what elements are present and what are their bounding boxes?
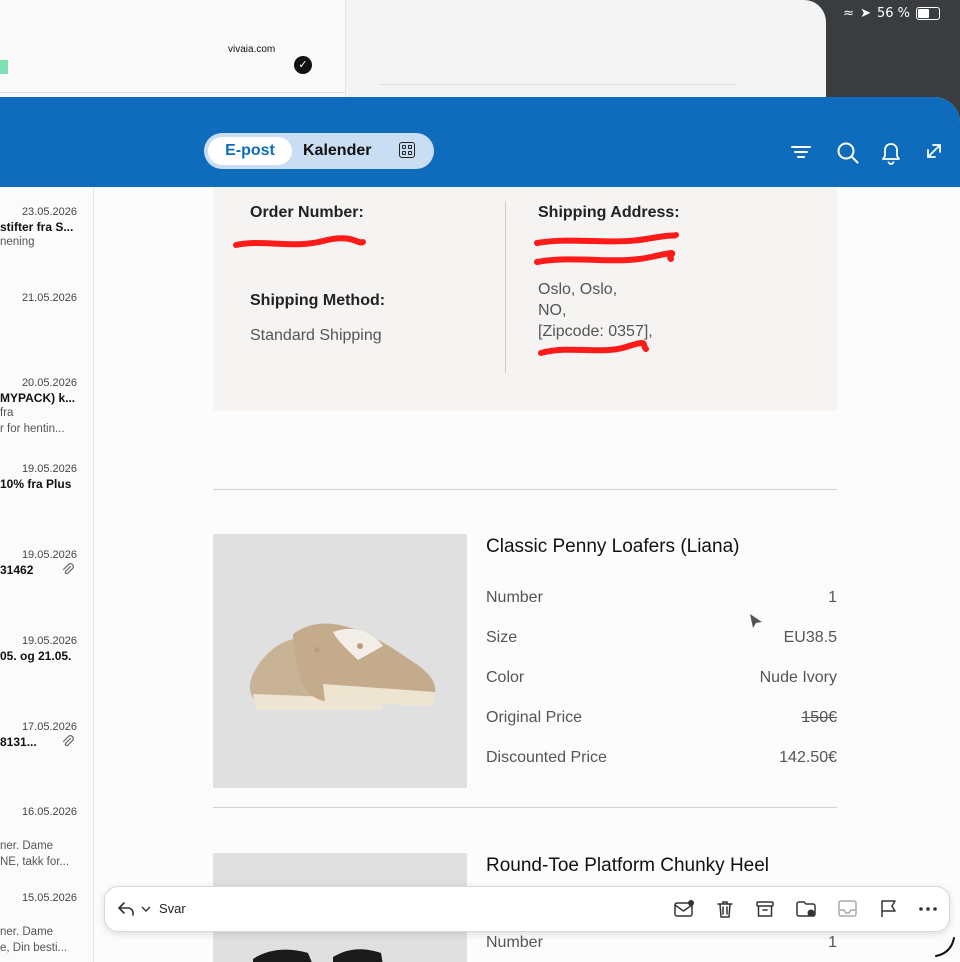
attachment-icon	[62, 563, 74, 575]
check-icon: ✓	[294, 56, 312, 74]
reply-toolbar: Svar	[104, 886, 950, 932]
bell-icon[interactable]	[880, 141, 902, 165]
attachment-icon	[62, 735, 74, 747]
background-window: vivaia.com ✓	[0, 0, 826, 100]
top-bar: E-post Kalender	[0, 97, 960, 187]
info-divider	[505, 201, 506, 373]
move-folder-icon[interactable]	[795, 899, 817, 919]
message-list: 23.05.2026 stifter fra S... nening 21.05…	[0, 187, 94, 962]
apps-grid-icon[interactable]	[399, 142, 415, 158]
battery-percent: 56 %	[876, 6, 910, 21]
shipping-method-label: Shipping Method:	[250, 292, 386, 309]
shipping-method-value: Standard Shipping	[250, 327, 382, 344]
resize-handle-icon[interactable]	[932, 934, 956, 958]
tab-calendar[interactable]: Kalender	[303, 137, 371, 165]
pointer-cursor-icon	[750, 614, 762, 628]
more-options-icon[interactable]	[919, 907, 937, 911]
mark-unread-icon[interactable]	[673, 899, 695, 919]
reply-button[interactable]: Svar	[159, 901, 186, 916]
redaction-mark	[233, 235, 366, 248]
archive-icon[interactable]	[755, 899, 775, 919]
search-icon[interactable]	[836, 141, 860, 165]
mail-window: E-post Kalender 23.05.2026 stifter fra S…	[0, 97, 960, 962]
product-title: Classic Penny Loafers (Liana)	[486, 536, 740, 557]
app-switcher: E-post Kalender	[204, 133, 434, 169]
section-divider	[213, 489, 837, 490]
flag-icon[interactable]	[879, 899, 899, 919]
reading-pane: Order Number: Shipping Method: Standard …	[94, 187, 960, 962]
reply-icon[interactable]	[117, 901, 135, 917]
delete-icon[interactable]	[715, 899, 735, 919]
background-green-tag	[0, 60, 8, 74]
filter-icon[interactable]	[790, 141, 812, 163]
order-info-box: Order Number: Shipping Method: Standard …	[213, 187, 837, 411]
junk-icon[interactable]	[837, 899, 859, 919]
product-title: Round-Toe Platform Chunky Heel	[486, 855, 770, 876]
order-number-label: Order Number:	[250, 204, 364, 221]
battery-icon	[916, 7, 940, 20]
product-image[interactable]	[213, 534, 467, 788]
status-bar: ≈ ➤ 56 %	[843, 6, 940, 21]
tab-email[interactable]: E-post	[208, 137, 292, 165]
chevron-down-icon[interactable]	[141, 906, 151, 913]
redaction-mark	[534, 232, 679, 356]
expand-icon[interactable]	[924, 141, 944, 161]
background-site-label: vivaia.com	[228, 44, 276, 55]
background-divider	[380, 84, 736, 85]
shipping-address-label: Shipping Address:	[538, 204, 680, 221]
background-window-left-pane	[0, 0, 346, 100]
wifi-icon: ≈	[843, 6, 855, 21]
location-icon: ➤	[860, 6, 871, 21]
section-divider	[213, 807, 837, 808]
background-divider	[0, 92, 345, 93]
loafer-shoes-image	[249, 623, 436, 710]
